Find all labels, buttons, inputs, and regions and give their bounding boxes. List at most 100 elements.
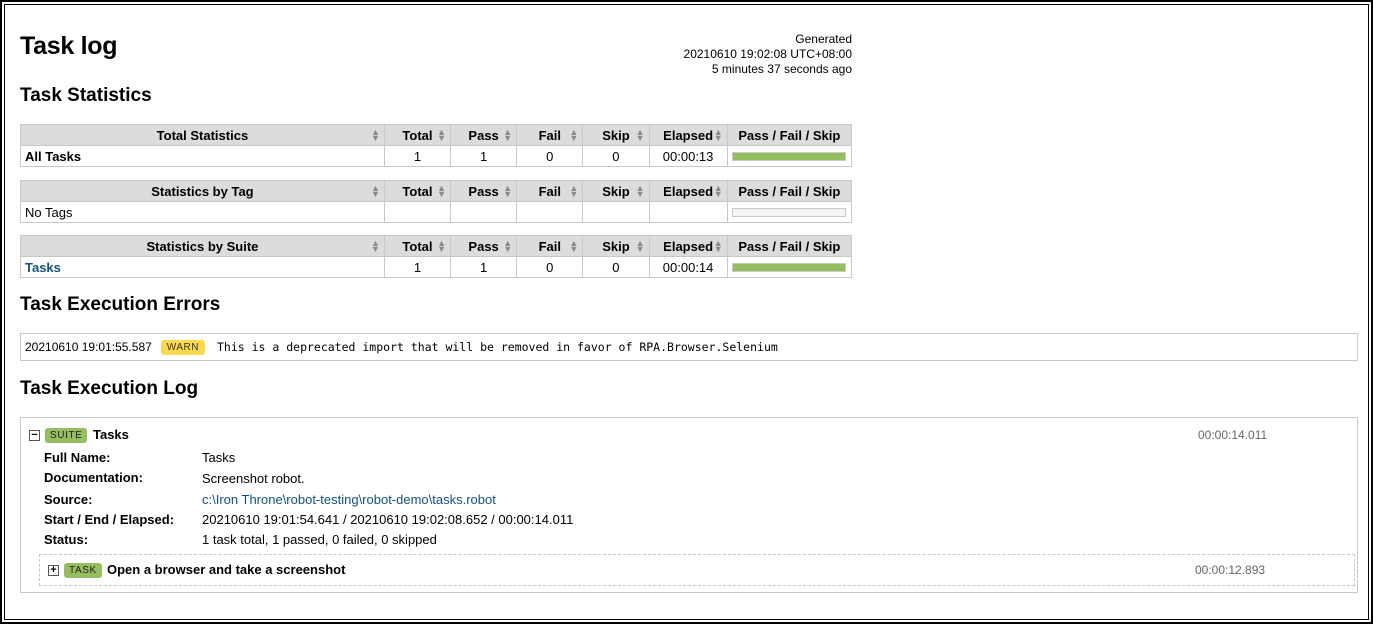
table-header: Statistics by Tag ▲ ▼ Total ▲ ▼ Pass ▲ ▼ Fail ▲…: [20, 180, 853, 202]
page-title: Task log: [20, 32, 118, 60]
row-name: Tasks: [20, 256, 385, 278]
pass-fail-skip-bar: [732, 151, 847, 161]
task-badge: TASK: [64, 563, 102, 578]
column-header-graph: Pass / Fail / Skip: [726, 124, 853, 146]
cell-elapsed: 00:00:14: [648, 256, 728, 278]
table-row: No Tags: [20, 201, 853, 223]
generated-ago: 5 minutes 37 seconds ago: [711, 62, 852, 76]
column-header-total[interactable]: Total ▲ ▼: [383, 124, 452, 146]
cell-total: 1: [383, 145, 452, 167]
sort-arrows-icon: ▲ ▼: [635, 183, 645, 199]
column-header-pass[interactable]: Pass ▲ ▼: [450, 235, 518, 257]
sort-arrows-icon: ▲ ▼: [713, 238, 723, 254]
column-header-pass[interactable]: Pass ▲ ▼: [450, 124, 518, 146]
sort-arrows-icon: ▲ ▼: [569, 127, 579, 143]
column-header-graph: Pass / Fail / Skip: [726, 235, 853, 257]
table-row[interactable]: Tasks 1 1 0 0 00:00:14: [20, 256, 853, 278]
column-header-total[interactable]: Total ▲ ▼: [383, 235, 452, 257]
column-header-pass[interactable]: Pass ▲ ▼: [450, 180, 518, 202]
suite-badge: SUITE: [45, 428, 88, 443]
sort-arrows-icon: ▲ ▼: [635, 238, 645, 254]
full-name-value: Tasks: [202, 450, 236, 465]
column-header-elapsed[interactable]: Elapsed ▲ ▼: [648, 180, 728, 202]
task-entry[interactable]: + TASK Open a browser and take a screens…: [39, 554, 1355, 586]
table-header: Statistics by Suite ▲ ▼ Total ▲ ▼ Pass ▲ ▼ Fai…: [20, 235, 853, 257]
sort-arrows-icon: ▲ ▼: [503, 127, 513, 143]
times-label: Start / End / Elapsed:: [44, 512, 175, 527]
sort-arrows-icon: ▲ ▼: [370, 127, 380, 143]
generated-label: Generated: [795, 32, 852, 46]
column-header-total[interactable]: Total ▲ ▼: [383, 180, 452, 202]
log-heading: Task Execution Log: [20, 378, 199, 399]
suite-elapsed: 00:00:14.011: [1198, 428, 1268, 442]
sort-arrows-icon: ▲ ▼: [635, 127, 645, 143]
errors-heading: Task Execution Errors: [20, 294, 221, 315]
suite-statistics-table: Statistics by Suite ▲ ▼ Total ▲ ▼ Pass ▲ ▼ Fai…: [20, 235, 853, 278]
pass-fail-skip-bar: [732, 262, 847, 272]
table-header: Total Statistics ▲ ▼ Total ▲ ▼ Pass ▲ ▼ Fail ▲ ▼…: [20, 124, 853, 146]
generated-timestamp: 20210610 19:02:08 UTC+08:00: [683, 47, 852, 61]
pass-fail-skip-bar: [732, 207, 847, 217]
error-timestamp: 20210610 19:01:55.587: [25, 340, 152, 354]
column-header-elapsed[interactable]: Elapsed ▲ ▼: [648, 235, 728, 257]
column-header-name[interactable]: Total Statistics ▲ ▼: [20, 124, 385, 146]
suite-link-tasks[interactable]: Tasks: [25, 260, 61, 275]
task-elapsed: 00:00:12.893: [1195, 563, 1266, 577]
cell-fail: 0: [516, 145, 584, 167]
execution-log: − SUITE Tasks 00:00:14.011 Full Name: Ta…: [20, 417, 1358, 593]
tag-statistics-table: Statistics by Tag ▲ ▼ Total ▲ ▼ Pass ▲ ▼ Fail ▲…: [20, 180, 853, 223]
column-header-skip[interactable]: Skip ▲ ▼: [582, 235, 650, 257]
sort-arrows-icon: ▲ ▼: [713, 127, 723, 143]
plus-icon[interactable]: +: [48, 565, 59, 576]
cell-elapsed: [648, 201, 728, 223]
sort-arrows-icon: ▲ ▼: [437, 238, 447, 254]
cell-pass: [450, 201, 518, 223]
column-header-skip[interactable]: Skip ▲ ▼: [582, 180, 650, 202]
statistics-heading: Task Statistics: [20, 85, 152, 106]
sort-arrows-icon: ▲ ▼: [370, 238, 380, 254]
sort-arrows-icon: ▲ ▼: [503, 238, 513, 254]
sort-arrows-icon: ▲ ▼: [437, 183, 447, 199]
generated-info: Generated 20210610 19:02:08 UTC+08:00 5 …: [580, 32, 852, 77]
column-header-fail[interactable]: Fail ▲ ▼: [516, 124, 584, 146]
cell-total: [383, 201, 452, 223]
cell-skip: [582, 201, 650, 223]
sort-arrows-icon: ▲ ▼: [503, 183, 513, 199]
column-header-elapsed[interactable]: Elapsed ▲ ▼: [648, 124, 728, 146]
row-name: All Tasks: [20, 145, 385, 167]
cell-graph: [726, 201, 853, 223]
pass-bar-fill: [733, 263, 846, 271]
task-name[interactable]: Open a browser and take a screenshot: [107, 562, 345, 577]
times-value: 20210610 19:01:54.641 / 20210610 19:02:0…: [202, 512, 574, 527]
minus-icon[interactable]: −: [29, 430, 40, 441]
cell-skip: 0: [582, 256, 650, 278]
pass-bar-fill: [733, 152, 846, 160]
status-value: 1 task total, 1 passed, 0 failed, 0 skip…: [202, 532, 437, 547]
total-statistics-table: Total Statistics ▲ ▼ Total ▲ ▼ Pass ▲ ▼ Fail ▲ ▼…: [20, 124, 853, 167]
column-header-skip[interactable]: Skip ▲ ▼: [582, 124, 650, 146]
column-header-fail[interactable]: Fail ▲ ▼: [516, 235, 584, 257]
documentation-value: Screenshot robot.: [202, 471, 305, 486]
suite-name[interactable]: Tasks: [93, 427, 129, 442]
cell-fail: 0: [516, 256, 584, 278]
column-header-fail[interactable]: Fail ▲ ▼: [516, 180, 584, 202]
source-label: Source:: [44, 492, 93, 507]
warn-badge: WARN: [160, 339, 205, 355]
error-message: This is a deprecated import that will be…: [216, 340, 778, 354]
cell-graph: [726, 256, 853, 278]
column-header-name[interactable]: Statistics by Suite ▲ ▼: [20, 235, 385, 257]
column-header-name[interactable]: Statistics by Tag ▲ ▼: [20, 180, 385, 202]
status-label: Status:: [44, 532, 89, 547]
cell-fail: [516, 201, 584, 223]
error-entry: 20210610 19:01:55.587 WARN This is a dep…: [20, 333, 1358, 361]
column-header-graph: Pass / Fail / Skip: [726, 180, 853, 202]
cell-elapsed: 00:00:13: [648, 145, 728, 167]
cell-pass: 1: [450, 256, 518, 278]
sort-arrows-icon: ▲ ▼: [437, 127, 447, 143]
cell-graph: [726, 145, 853, 167]
cell-skip: 0: [582, 145, 650, 167]
documentation-label: Documentation:: [44, 470, 143, 485]
source-link[interactable]: c:\Iron Throne\robot-testing\robot-demo\…: [202, 492, 496, 507]
table-row[interactable]: All Tasks 1 1 0 0 00:00:13: [20, 145, 853, 167]
sort-arrows-icon: ▲ ▼: [713, 183, 723, 199]
